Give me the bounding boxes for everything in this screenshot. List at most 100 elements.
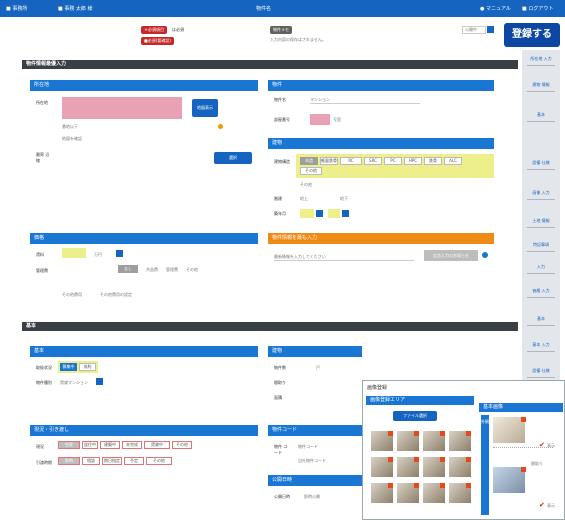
state-option[interactable]: 未完成: [122, 441, 142, 449]
delete-icon[interactable]: [388, 431, 393, 436]
manage-option[interactable]: 管理費: [166, 267, 178, 273]
sidebar-item-input[interactable]: 入力: [525, 264, 557, 274]
structure-option[interactable]: RC: [340, 157, 362, 165]
room-input[interactable]: [310, 114, 330, 125]
file-select-button[interactable]: ファイル選択: [393, 411, 437, 421]
price-input[interactable]: [62, 248, 86, 258]
building2-row1-label: 物件数: [274, 365, 286, 370]
structure-option[interactable]: その他: [300, 167, 322, 175]
structure-option[interactable]: PC: [384, 157, 402, 165]
sidebar-item-building[interactable]: 建物 情報: [525, 82, 557, 92]
display-check-label: 表示: [547, 503, 555, 508]
delete-icon[interactable]: [440, 431, 445, 436]
floor-above: 地上: [300, 196, 308, 201]
sidebar-item-equipment-2[interactable]: 設備 仕様: [525, 368, 557, 378]
sidebar-item-images[interactable]: 画像 入力: [525, 190, 557, 200]
state-option[interactable]: 居住中: [82, 441, 98, 449]
delete-icon[interactable]: [388, 457, 393, 462]
sidebar-item-notes[interactable]: 特記事項: [525, 242, 557, 252]
delete-icon[interactable]: [414, 483, 419, 488]
delete-icon[interactable]: [440, 483, 445, 488]
sidebar-item-basic[interactable]: 基本: [525, 112, 557, 122]
state-option[interactable]: その他: [172, 441, 192, 449]
delete-icon[interactable]: [388, 483, 393, 488]
chevron-down-icon[interactable]: [487, 26, 494, 33]
register-button[interactable]: 登録する: [504, 23, 560, 47]
timing-option[interactable]: 予定: [124, 457, 144, 465]
ad-input[interactable]: 最新情報を入力してください: [274, 254, 414, 261]
timing-option[interactable]: 期日指定: [102, 457, 122, 465]
chevron-down-icon[interactable]: [96, 378, 103, 385]
manage-option[interactable]: 共益費: [146, 267, 158, 273]
section-basic: 基本: [22, 322, 518, 331]
sidebar-item-equipment[interactable]: 設備 仕様: [525, 160, 557, 170]
delete-icon[interactable]: [521, 467, 526, 472]
manage-option[interactable]: その他: [186, 267, 198, 273]
delete-icon[interactable]: [466, 431, 471, 436]
chevron-down-icon[interactable]: [316, 210, 323, 217]
structure-option[interactable]: 鉄骨: [424, 157, 442, 165]
user-name[interactable]: ■ 事務 太郎 様: [58, 5, 93, 12]
code-line1[interactable]: 物件コード: [298, 444, 318, 450]
state-option[interactable]: 建築中: [100, 441, 120, 449]
manual-link[interactable]: ● マニュアル: [480, 5, 511, 12]
ad-button[interactable]: 広告入力のお知らせ: [424, 250, 478, 261]
sidebar-item-land[interactable]: 土地 情報: [525, 218, 557, 228]
sidebar-item-basic-2[interactable]: 基本: [525, 316, 557, 326]
state-option[interactable]: 空家: [58, 441, 80, 449]
sidebar-item-location[interactable]: 所在地 入力: [525, 56, 557, 66]
display-check-label: 表示: [547, 443, 555, 448]
built-month-input[interactable]: [328, 209, 340, 218]
delete-icon[interactable]: [466, 483, 471, 488]
built-year-input[interactable]: [300, 209, 314, 218]
code-line2[interactable]: 自社物件コード: [298, 458, 326, 464]
transport-label: 最寄 沿線: [36, 152, 50, 163]
type-value[interactable]: 賃貸マンション: [60, 380, 88, 386]
structure-option[interactable]: 木造: [300, 157, 318, 165]
delete-icon[interactable]: [440, 457, 445, 462]
transport-select-button[interactable]: 選択: [214, 152, 252, 164]
property-name-label: 物件名: [274, 97, 286, 102]
state-option[interactable]: 賃貸中: [144, 441, 170, 449]
timing-option[interactable]: 相談: [82, 457, 100, 465]
delete-icon[interactable]: [521, 417, 526, 422]
delete-icon[interactable]: [414, 431, 419, 436]
status-option[interactable]: 成約: [79, 363, 96, 371]
office-name: ■ 事務所: [6, 6, 28, 12]
chevron-down-icon[interactable]: [342, 210, 349, 217]
room-label: 部屋番号: [274, 117, 290, 122]
building2-row1-value: 戸: [316, 365, 320, 370]
address-input[interactable]: [62, 97, 182, 119]
structure-label: 建物構造: [274, 159, 290, 164]
timing-option[interactable]: その他: [146, 457, 172, 465]
manage-option[interactable]: なし: [118, 265, 138, 273]
delete-icon[interactable]: [414, 457, 419, 462]
structure-option[interactable]: ALC: [444, 157, 462, 165]
property-name-input[interactable]: マンション: [310, 97, 420, 104]
image-panel-title: 画像登録: [367, 385, 388, 391]
location-header: 所在地: [30, 80, 258, 91]
publish-label: 公開日時: [274, 494, 290, 499]
floor-label: 階建: [274, 196, 282, 201]
timing-option[interactable]: 即時: [58, 457, 80, 465]
delete-icon[interactable]: [466, 457, 471, 462]
state-label: 現況: [36, 444, 44, 449]
warning-icon: [218, 124, 223, 129]
structure-option[interactable]: 軽量鉄骨: [320, 157, 338, 165]
sidebar-item-price[interactable]: 価格 入力: [525, 288, 557, 298]
chevron-down-icon[interactable]: [116, 250, 123, 257]
structure-option[interactable]: SRC: [364, 157, 382, 165]
logout-link[interactable]: ■ ログアウト: [522, 5, 553, 12]
building-header: 建物: [268, 138, 494, 149]
check-icon[interactable]: ✔: [539, 441, 545, 449]
help-icon[interactable]: [482, 252, 488, 258]
status-options: 募集中 成約: [58, 361, 98, 373]
other-cost-value[interactable]: その他費用の設定: [100, 292, 132, 298]
sidebar-item-basic-input[interactable]: 基本 入力: [525, 342, 557, 352]
map-button[interactable]: 地図表示: [192, 99, 218, 117]
status-select[interactable]: 公開中: [462, 26, 486, 34]
status-option-active[interactable]: 募集中: [60, 363, 77, 371]
structure-option[interactable]: HPC: [404, 157, 422, 165]
check-icon[interactable]: ✔: [539, 501, 545, 509]
publish-value[interactable]: 即時公開: [304, 494, 320, 500]
